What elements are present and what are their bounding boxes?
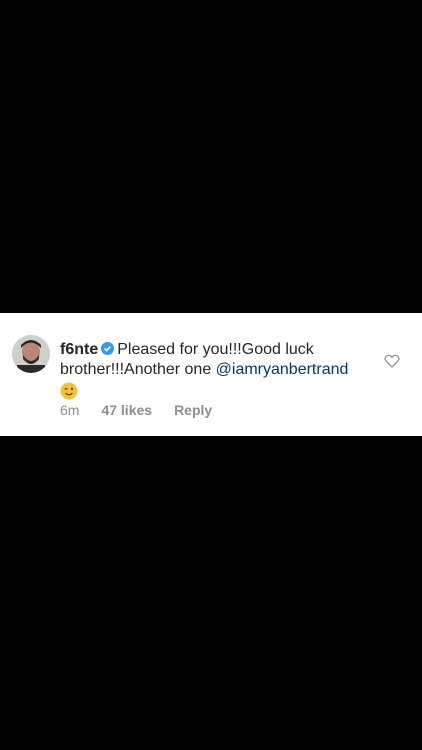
comment-username[interactable]: f6nte	[60, 341, 98, 358]
verified-badge-icon	[101, 341, 115, 355]
comment-card: f6nte Pleased for you!!!Good luck brother…	[0, 313, 422, 436]
avatar-image	[12, 335, 50, 373]
wink-emoji-icon	[60, 382, 78, 400]
likes-count[interactable]: 47 likes	[101, 402, 152, 418]
comment-timestamp: 6m	[60, 402, 80, 418]
heart-icon[interactable]	[384, 353, 400, 369]
comment-meta: 6m 47 likes Reply	[60, 402, 234, 418]
comment-body: f6nte Pleased for you!!!Good luck brother…	[60, 340, 372, 403]
avatar[interactable]	[12, 335, 50, 373]
mention-link[interactable]: @iamryanbertrand	[216, 361, 349, 378]
reply-button[interactable]: Reply	[174, 402, 212, 418]
